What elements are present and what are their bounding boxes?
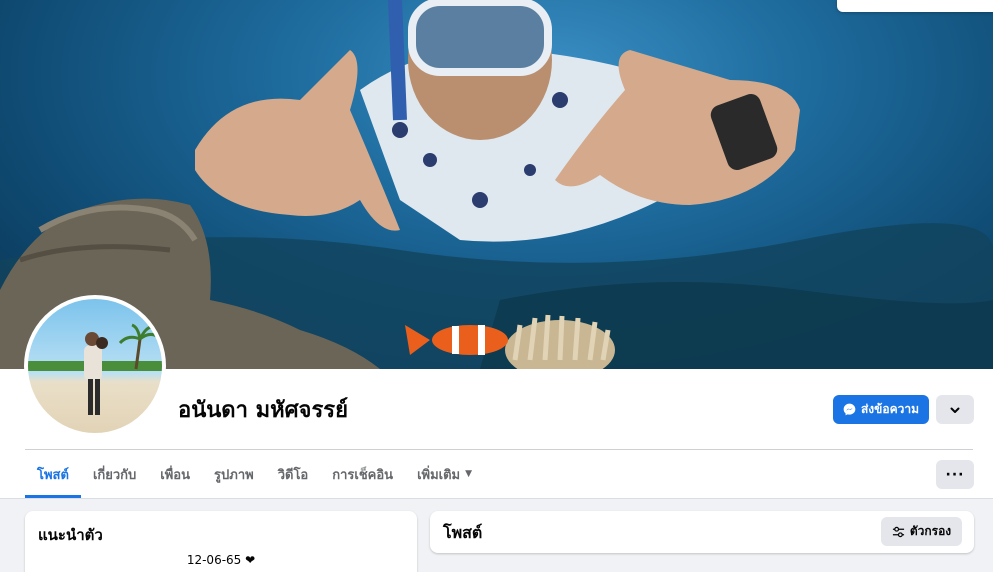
intro-bio: 12-06-65 ❤	[186, 553, 256, 567]
more-options-button[interactable]: ···	[936, 460, 974, 489]
avatar-illustration	[28, 323, 162, 415]
profile-name: อนันดา มหัศจรรย์	[178, 398, 348, 423]
profile-avatar[interactable]	[24, 295, 166, 437]
intro-card: แนะนำตัว 12-06-65 ❤	[25, 511, 417, 572]
filter-icon	[892, 526, 904, 537]
tab-photos[interactable]: รูปภาพ	[202, 450, 266, 498]
profile-tabs: โพสต์ เกี่ยวกับ เพื่อน รูปภาพ วิดีโอ การ…	[25, 450, 484, 498]
cover-photo[interactable]	[0, 0, 993, 369]
posts-title: โพสต์	[443, 523, 483, 542]
tab-friends[interactable]: เพื่อน	[148, 450, 202, 498]
messenger-icon	[843, 403, 856, 416]
profile-options-dropdown[interactable]	[936, 395, 974, 424]
header-bottom-border	[0, 498, 993, 499]
chevron-down-icon	[950, 407, 960, 413]
cover-illustration	[0, 0, 993, 369]
tab-more[interactable]: เพิ่มเติม ▼	[405, 450, 484, 498]
posts-header-card: โพสต์ ตัวกรอง	[430, 511, 974, 553]
tab-posts[interactable]: โพสต์	[25, 450, 81, 498]
avatar-photo	[28, 299, 162, 433]
more-dots-icon: ···	[945, 466, 965, 483]
send-message-label: ส่งข้อความ	[860, 402, 919, 416]
tab-checkins[interactable]: การเช็คอิน	[320, 450, 405, 498]
intro-title: แนะนำตัว	[38, 526, 103, 544]
filter-label: ตัวกรอง	[909, 524, 952, 538]
filter-button[interactable]: ตัวกรอง	[881, 517, 962, 546]
caret-down-icon: ▼	[465, 469, 473, 479]
tab-videos[interactable]: วิดีโอ	[266, 450, 321, 498]
cover-popup-edge	[837, 0, 993, 12]
tab-about[interactable]: เกี่ยวกับ	[81, 450, 148, 498]
send-message-button[interactable]: ส่งข้อความ	[833, 395, 929, 424]
